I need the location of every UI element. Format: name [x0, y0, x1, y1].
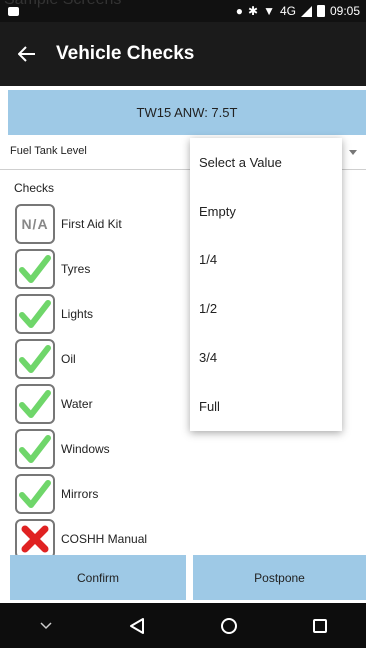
location-icon: ●: [235, 4, 243, 18]
check-toggle-coshh-manual[interactable]: [15, 519, 55, 559]
check-toggle-mirrors[interactable]: [15, 474, 55, 514]
check-item-windows: Windows: [15, 428, 355, 470]
check-label: Tyres: [61, 262, 91, 276]
check-label: Windows: [61, 442, 110, 456]
checkmark-icon: [19, 255, 51, 283]
checkmark-icon: [19, 480, 51, 508]
recents-square-icon: [313, 618, 328, 633]
dropdown-option-three-quarters[interactable]: 3/4: [190, 333, 342, 382]
nav-recents-button[interactable]: [295, 603, 345, 648]
check-toggle-first-aid-kit[interactable]: N/A: [15, 204, 55, 244]
status-time: 09:05: [329, 4, 360, 18]
app-bar: Vehicle Checks: [0, 22, 366, 86]
chevron-down-icon: [40, 621, 52, 629]
signal-icon: [300, 5, 312, 17]
nav-home-button[interactable]: [204, 603, 254, 648]
check-label: Lights: [61, 307, 94, 321]
dropdown-option-empty[interactable]: Empty: [190, 187, 342, 236]
check-toggle-tyres[interactable]: [15, 249, 55, 289]
dropdown-option-full[interactable]: Full: [190, 382, 342, 431]
confirm-button[interactable]: Confirm: [10, 555, 186, 600]
bluetooth-icon: ✱: [248, 4, 259, 18]
check-label: Water: [61, 397, 93, 411]
fuel-tank-level-label: Fuel Tank Level: [10, 145, 87, 157]
nav-hide-keyboard-button[interactable]: [21, 603, 71, 648]
back-button[interactable]: [0, 22, 54, 86]
dropdown-option-half[interactable]: 1/2: [190, 284, 342, 333]
checkmark-icon: [19, 435, 51, 463]
checks-heading: Checks: [14, 181, 55, 195]
dropdown-option-quarter[interactable]: 1/4: [190, 236, 342, 285]
check-label: COSHH Manual: [61, 532, 148, 546]
cross-icon: [21, 525, 49, 553]
nav-back-button[interactable]: [112, 603, 162, 648]
wifi-icon: ▼: [263, 4, 275, 18]
sample-screens-caption: Sample Screens: [4, 0, 121, 9]
check-toggle-windows[interactable]: [15, 429, 55, 469]
check-label: Oil: [61, 352, 76, 366]
check-item-coshh-manual: COSHH Manual: [15, 518, 355, 560]
network-type: 4G: [279, 4, 296, 18]
check-toggle-water[interactable]: [15, 384, 55, 424]
check-toggle-oil[interactable]: [15, 339, 55, 379]
system-nav-bar: [0, 603, 366, 648]
page-title: Vehicle Checks: [56, 43, 195, 64]
dropdown-caret-icon: [349, 150, 357, 155]
vehicle-banner: TW15 ANW: 7.5T: [8, 90, 366, 135]
fuel-level-dropdown-menu: Select a Value Empty 1/4 1/2 3/4 Full: [190, 138, 342, 431]
check-label: First Aid Kit: [61, 217, 122, 231]
check-label: Mirrors: [61, 487, 99, 501]
checkmark-icon: [19, 390, 51, 418]
dropdown-option-select-a-value[interactable]: Select a Value: [190, 138, 342, 187]
battery-icon: [316, 5, 325, 17]
home-circle-icon: [220, 617, 237, 634]
arrow-left-icon: [18, 46, 35, 62]
checkmark-icon: [19, 300, 51, 328]
check-item-mirrors: Mirrors: [15, 473, 355, 515]
checkmark-icon: [19, 345, 51, 373]
postpone-button[interactable]: Postpone: [193, 555, 366, 600]
back-triangle-icon: [130, 617, 145, 634]
check-toggle-lights[interactable]: [15, 294, 55, 334]
na-status-text: N/A: [21, 216, 49, 232]
